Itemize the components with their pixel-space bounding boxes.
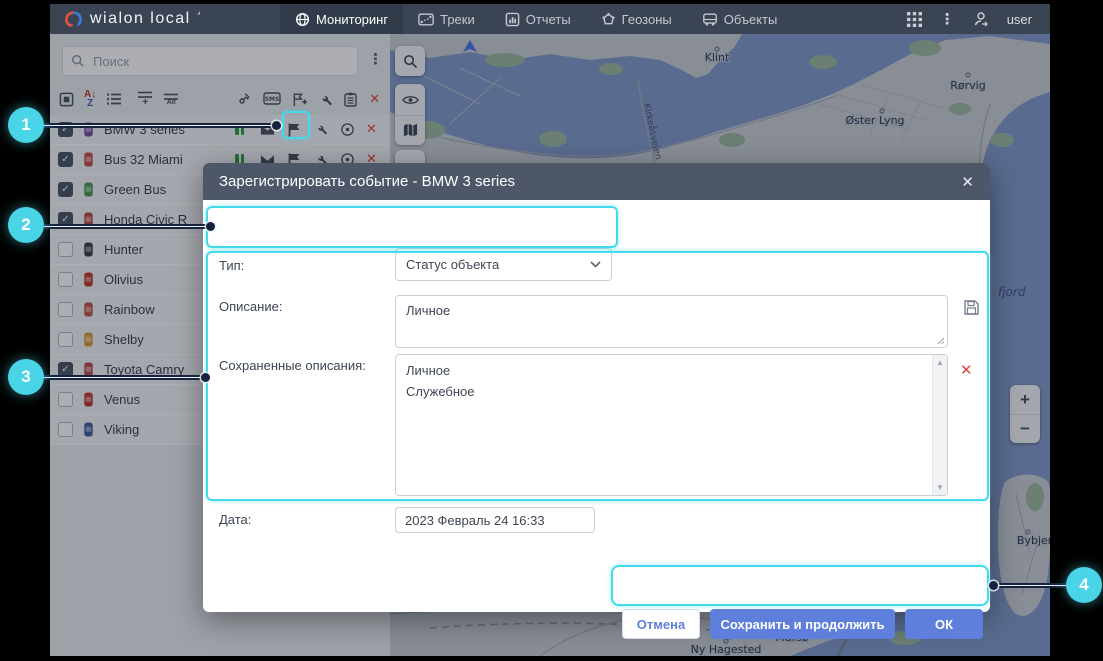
track-icon: [418, 12, 434, 27]
bus-icon: [702, 12, 718, 27]
callout-box-type-row: [206, 206, 618, 248]
logo-arrow: ›: [195, 8, 204, 17]
callout-badge-1: 1: [8, 107, 44, 143]
callout-badge-2: 2: [8, 207, 44, 243]
tab-label: Геозоны: [622, 12, 672, 27]
apps-grid-icon[interactable]: [907, 12, 922, 27]
more-menu-icon[interactable]: ⋮: [940, 10, 955, 28]
callout-line-3: [44, 375, 203, 380]
close-icon[interactable]: ✕: [961, 173, 974, 191]
wialon-logo-icon: [64, 10, 83, 29]
callout-badge-4: 4: [1066, 567, 1102, 603]
callout-dot-3: [201, 373, 210, 382]
logo-text: wialon local: [90, 10, 191, 28]
user-icon[interactable]: [973, 11, 989, 27]
main-nav: Мониторинг Треки Отчеты Геозоны Объекты: [280, 4, 792, 34]
tab-label: Объекты: [724, 12, 778, 27]
tab-label: Треки: [440, 12, 475, 27]
callout-dot-2: [206, 222, 215, 231]
tab-monitoring[interactable]: Мониторинг: [280, 4, 403, 34]
cancel-button[interactable]: Отмена: [622, 609, 700, 639]
callout-line-2: [44, 224, 208, 229]
tab-reports[interactable]: Отчеты: [490, 4, 586, 34]
report-icon: [505, 12, 520, 27]
username-label[interactable]: user: [1007, 12, 1032, 27]
dialog-title: Зарегистрировать событие - BMW 3 series: [219, 173, 515, 190]
save-and-continue-button[interactable]: Сохранить и продолжить: [710, 609, 895, 639]
tab-label: Мониторинг: [316, 12, 388, 27]
tab-units[interactable]: Объекты: [687, 4, 793, 34]
date-label: Дата:: [219, 512, 251, 527]
ok-button[interactable]: ОК: [905, 609, 983, 639]
date-input[interactable]: [396, 508, 594, 532]
tab-geofences[interactable]: Геозоны: [586, 4, 687, 34]
date-field-wrap: [395, 507, 595, 533]
callout-dot-4: [989, 581, 998, 590]
callout-box-buttons: [611, 565, 989, 606]
callout-line-4: [997, 583, 1066, 588]
callout-badge-3: 3: [8, 359, 44, 395]
app-logo: wialon local ›: [50, 10, 280, 29]
globe-icon: [295, 12, 310, 27]
dialog-header: Зарегистрировать событие - BMW 3 series …: [203, 163, 990, 200]
topbar: wialon local › Мониторинг Треки Отчеты Г…: [50, 4, 1050, 34]
callout-box-fields: [206, 251, 989, 501]
tab-tracks[interactable]: Треки: [403, 4, 490, 34]
callout-box-flag-icon: [282, 111, 310, 139]
tab-label: Отчеты: [526, 12, 571, 27]
geofence-icon: [601, 12, 616, 27]
callout-dot-1: [272, 121, 281, 130]
callout-line-1: [44, 123, 274, 128]
